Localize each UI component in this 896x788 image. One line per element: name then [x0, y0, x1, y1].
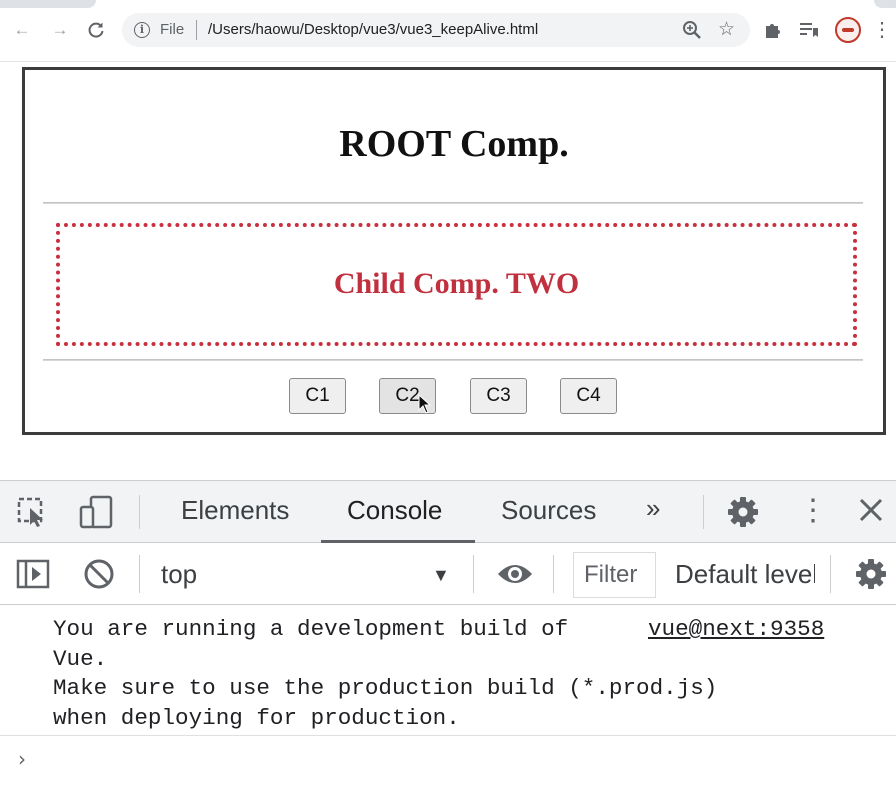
log-levels-dropdown[interactable]: Default levels: [675, 559, 815, 590]
browser-menu-icon[interactable]: ⋮: [872, 16, 892, 44]
console-prompt-chevron-icon[interactable]: ›: [18, 747, 26, 771]
devtools-tab-bar: Elements Console Sources » ⋮: [0, 481, 896, 543]
console-source-link[interactable]: vue@next:9358: [648, 615, 824, 645]
console-settings-gear-icon[interactable]: [854, 557, 888, 596]
filter-input[interactable]: [573, 552, 656, 598]
live-expression-eye-icon[interactable]: [496, 559, 534, 594]
root-title: ROOT Comp.: [339, 123, 569, 165]
divider-top: [43, 202, 863, 204]
toolbar-divider: [139, 555, 140, 593]
tab-console[interactable]: Console: [347, 495, 442, 526]
console-prompt-divider: [0, 735, 896, 736]
toolbar-divider-4: [830, 555, 831, 593]
tab-strip: [0, 0, 896, 8]
toolbar-divider-2: [473, 555, 474, 593]
tab-sources[interactable]: Sources: [501, 495, 596, 526]
back-arrow-icon[interactable]: ←: [10, 18, 34, 42]
clear-console-icon[interactable]: [82, 557, 116, 596]
url-scheme-label: File: [160, 21, 185, 38]
settings-gear-icon[interactable]: [726, 495, 760, 534]
extensions-puzzle-icon[interactable]: [760, 16, 786, 44]
console-line-3: Make sure to use the production build (*…: [53, 675, 718, 701]
c1-button[interactable]: C1: [289, 378, 346, 414]
bookmark-star-icon[interactable]: ☆: [718, 18, 735, 41]
more-tabs-icon[interactable]: »: [646, 493, 660, 524]
profile-avatar-icon[interactable]: [835, 17, 861, 43]
console-toolbar: top ▼ Default levels: [0, 543, 896, 605]
component-switcher: C1 C2 C3 C4: [25, 378, 883, 414]
tab-elements[interactable]: Elements: [181, 495, 289, 526]
toolbar-divider-3: [553, 555, 554, 593]
root-component: ROOT Comp. Child Comp. TWO C1 C2 C3 C4: [22, 67, 886, 435]
devtools-menu-icon[interactable]: ⋮: [798, 493, 828, 528]
zoom-icon[interactable]: [682, 19, 702, 46]
console-line-2: Vue.: [53, 645, 108, 672]
omnibox-divider: [196, 20, 197, 40]
c3-button[interactable]: C3: [470, 378, 527, 414]
inspect-element-icon[interactable]: [16, 496, 50, 533]
console-line-4: when deploying for production.: [53, 704, 460, 731]
c4-button[interactable]: C4: [560, 378, 617, 414]
context-selector[interactable]: top: [161, 559, 197, 590]
tab-strip-left: [0, 0, 96, 8]
mouse-cursor-icon: [418, 394, 432, 414]
address-bar[interactable]: i File /Users/haowu/Desktop/vue3/vue3_ke…: [122, 13, 750, 47]
devtools-panel: Elements Console Sources » ⋮ top ▼ Filte…: [0, 480, 896, 788]
divider-bottom: [43, 359, 863, 361]
console-line-1: You are running a development build of: [53, 616, 569, 642]
browser-toolbar: ← → i File /Users/haowu/Desktop/vue3/vue…: [0, 0, 896, 62]
context-dropdown-icon[interactable]: ▼: [432, 565, 450, 586]
child-title: Child Comp. TWO: [333, 267, 580, 300]
url-text[interactable]: /Users/haowu/Desktop/vue3/vue3_keepAlive…: [208, 21, 538, 38]
info-icon[interactable]: i: [134, 22, 150, 38]
reload-icon[interactable]: [84, 18, 108, 42]
sidebar-toggle-icon[interactable]: [15, 557, 51, 596]
tab-bar-divider: [139, 495, 140, 529]
tab-bar-divider-right: [703, 495, 704, 529]
reading-list-icon[interactable]: [796, 16, 822, 44]
child-component: Child Comp. TWO: [56, 223, 857, 346]
device-toolbar-icon[interactable]: [78, 495, 114, 534]
close-icon[interactable]: [856, 495, 886, 530]
forward-arrow-icon[interactable]: →: [48, 18, 72, 42]
tab-strip-right: [874, 0, 896, 8]
